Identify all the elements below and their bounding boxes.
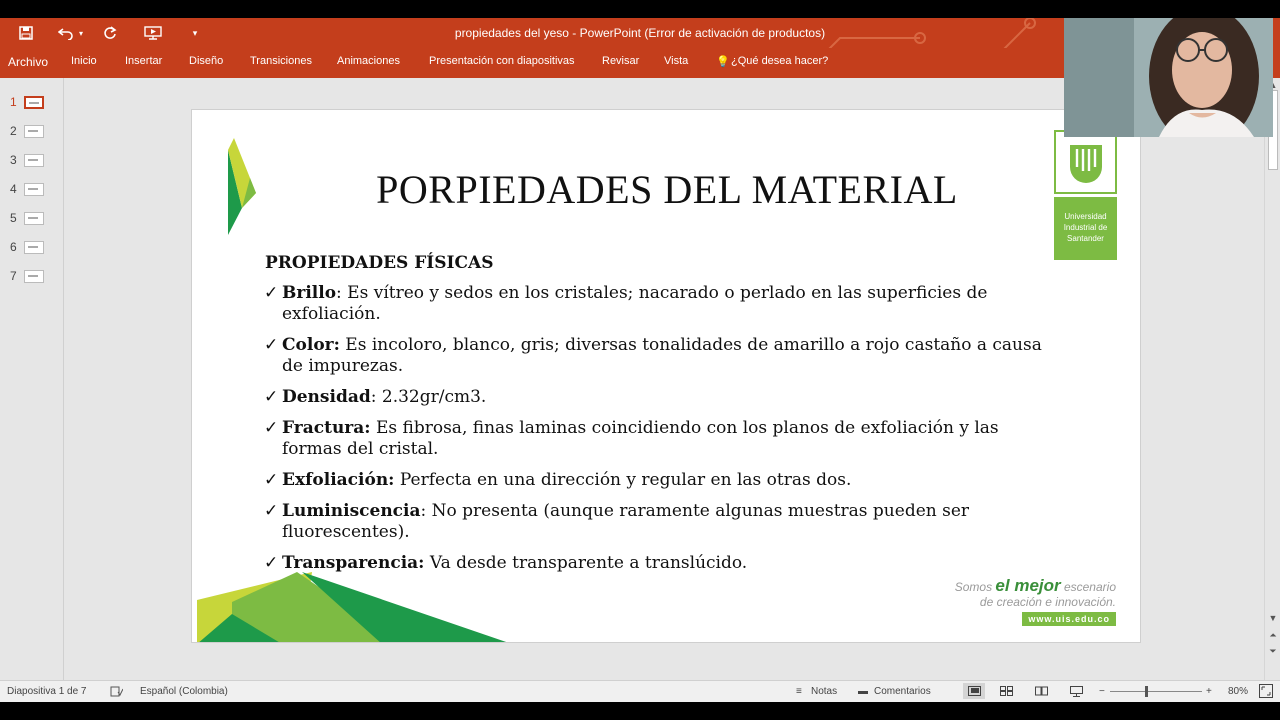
check-icon: ✓ <box>264 418 279 438</box>
tell-me-box[interactable]: ¿Qué desea hacer? <box>731 55 828 67</box>
list-item: ✓ Color: Es incoloro, blanco, gris; diver… <box>264 335 1042 376</box>
presenter-video-icon <box>1064 18 1273 137</box>
zoom-level[interactable]: 80% <box>1228 686 1248 697</box>
slide-thumbnail-image <box>24 153 44 167</box>
next-slide-icon[interactable]: ⏷ <box>1267 646 1279 657</box>
slide-thumbnail[interactable]: 2 <box>10 122 50 140</box>
letterbox-bottom <box>0 702 1280 720</box>
list-item: ✓ Brillo: Es vítreo y sedos en los crista… <box>264 283 988 324</box>
tab-animaciones[interactable]: Animaciones <box>337 55 400 67</box>
slide-indicator: Diapositiva 1 de 7 <box>7 686 87 697</box>
slide-thumbnail-image <box>24 124 44 138</box>
uis-seal-icon <box>1069 145 1102 183</box>
tab-revisar[interactable]: Revisar <box>602 55 639 67</box>
slide-thumbnail-image <box>24 211 44 225</box>
slide-thumbnail[interactable]: 3 <box>10 151 50 169</box>
fit-to-window-icon[interactable] <box>1259 684 1273 701</box>
check-icon: ✓ <box>264 553 279 573</box>
uis-url: www.uis.edu.co <box>1022 612 1116 626</box>
properties-list[interactable]: ✓ Brillo: Es vítreo y sedos en los crista… <box>264 283 1054 584</box>
tab-inicio[interactable]: Inicio <box>71 55 97 67</box>
tab-archivo[interactable]: Archivo <box>8 55 48 69</box>
letterbox-top <box>0 0 1280 18</box>
slide-thumbnail-image <box>24 95 44 109</box>
check-icon: ✓ <box>264 387 279 407</box>
slide-thumbnail[interactable]: 5 <box>10 209 50 227</box>
list-item: ✓ Densidad: 2.32gr/cm3. <box>264 387 487 407</box>
check-icon: ✓ <box>264 470 279 490</box>
webcam-overlay <box>1064 18 1273 137</box>
uis-monogram <box>1054 130 1117 194</box>
list-item: ✓ Transparencia: Va desde transparente a … <box>264 553 748 573</box>
slide-thumbnail[interactable]: 4 <box>10 180 50 198</box>
notes-icon[interactable]: ≡ <box>796 686 802 697</box>
zoom-slider[interactable] <box>1110 691 1202 692</box>
uis-tagline: Somos el mejor escenario de creación e i… <box>954 576 1116 609</box>
spellcheck-icon[interactable] <box>110 686 124 700</box>
check-icon: ✓ <box>264 501 279 521</box>
list-item: ✓ Fractura: Es fibrosa, finas laminas coi… <box>264 418 999 459</box>
slide-thumbnail-image <box>24 240 44 254</box>
slide-thumbnail[interactable]: 6 <box>10 238 50 256</box>
comments-icon[interactable]: ▬ <box>858 686 868 697</box>
slide-canvas[interactable]: PORPIEDADES DEL MATERIAL Universidad Ind… <box>191 109 1141 643</box>
scroll-down-icon[interactable]: ▼ <box>1267 613 1279 623</box>
reading-view-icon[interactable] <box>1035 686 1048 699</box>
list-item: ✓ Luminiscencia: No presenta (aunque rara… <box>264 501 970 542</box>
powerpoint-window: ▾ ▾ propiedades del yeso - PowerPoint (E… <box>0 0 1280 720</box>
slideshow-icon[interactable] <box>1070 686 1083 700</box>
decorative-green-shapes <box>197 572 507 642</box>
previous-slide-icon[interactable]: ⏶ <box>1267 630 1279 641</box>
slide-thumbnails-pane: 1 2 3 4 5 6 7 <box>0 78 64 680</box>
slide-thumbnail-image <box>24 269 44 283</box>
slide-sorter-icon[interactable] <box>1000 686 1013 699</box>
slide-thumbnail[interactable]: 7 <box>10 267 50 285</box>
check-icon: ✓ <box>264 335 279 355</box>
subheading[interactable]: PROPIEDADES FÍSICAS <box>265 253 494 273</box>
comments-button[interactable]: Comentarios <box>874 686 931 697</box>
status-bar: Diapositiva 1 de 7 Español (Colombia) ≡ … <box>0 680 1280 702</box>
check-icon: ✓ <box>264 283 279 303</box>
vertical-scrollbar[interactable]: ▲ ▼ ⏶ ⏷ <box>1264 78 1280 680</box>
lightbulb-icon: 💡 <box>716 56 730 68</box>
tab-insertar[interactable]: Insertar <box>125 55 162 67</box>
tab-diseno[interactable]: Diseño <box>189 55 223 67</box>
zoom-slider-thumb[interactable] <box>1145 686 1148 697</box>
slide-thumbnail[interactable]: 1 <box>10 93 50 111</box>
zoom-in-icon[interactable]: + <box>1206 686 1212 697</box>
slide-title[interactable]: PORPIEDADES DEL MATERIAL <box>192 166 1140 213</box>
zoom-out-icon[interactable]: − <box>1099 686 1105 697</box>
uis-logo: Universidad Industrial de Santander <box>1054 130 1117 260</box>
tab-vista[interactable]: Vista <box>664 55 688 67</box>
tab-presentacion[interactable]: Presentación con diapositivas <box>429 55 575 67</box>
language-indicator[interactable]: Español (Colombia) <box>140 686 228 697</box>
list-item: ✓ Exfoliación: Perfecta en una dirección … <box>264 470 852 490</box>
normal-view-icon[interactable] <box>963 683 985 699</box>
slide-thumbnail-image <box>24 182 44 196</box>
workspace: 1 2 3 4 5 6 7 PORPIEDADES DEL MATERIAL U… <box>0 78 1280 680</box>
tab-transiciones[interactable]: Transiciones <box>250 55 312 67</box>
notes-button[interactable]: Notas <box>811 686 837 697</box>
uis-name: Universidad Industrial de Santander <box>1054 197 1117 260</box>
